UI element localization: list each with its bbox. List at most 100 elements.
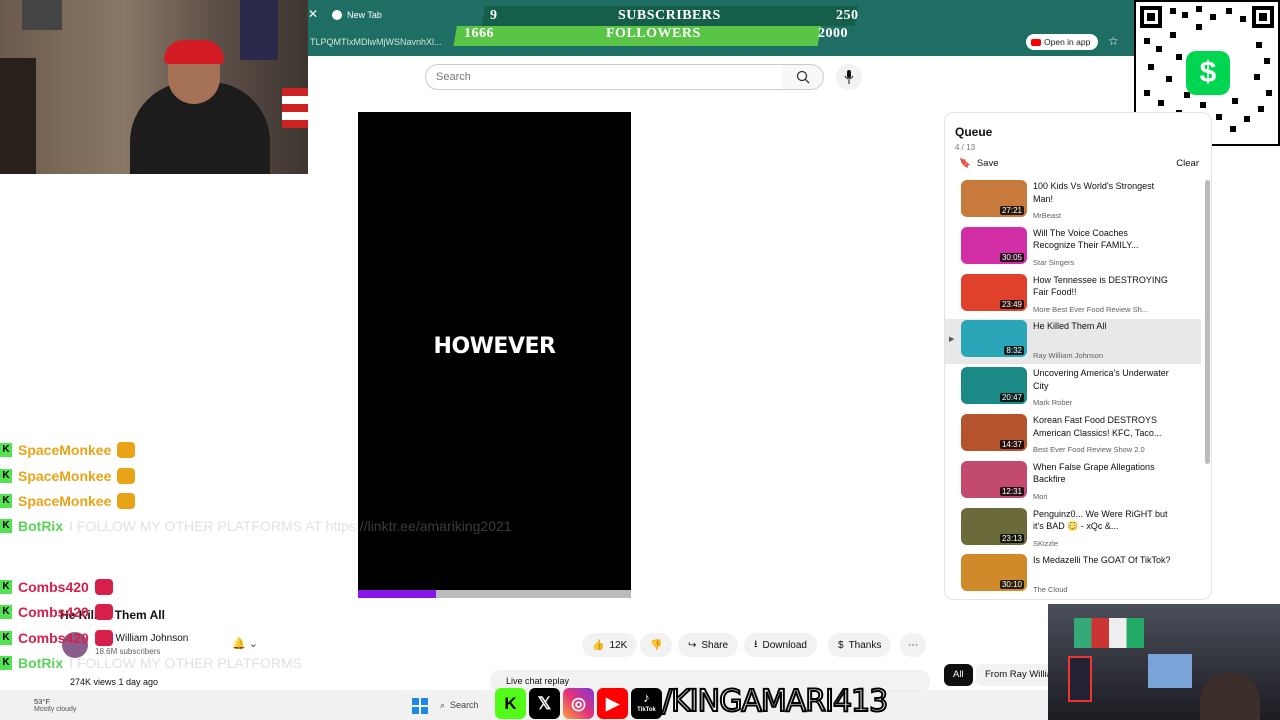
queue-thumbnail: 12:31	[961, 460, 1027, 498]
queue-item[interactable]: 12:31 When False Grape Allegations Backfi…	[945, 460, 1201, 505]
queue-item[interactable]: 14:37 Korean Fast Food DESTROYS American …	[945, 413, 1201, 458]
download-label: Download	[762, 639, 807, 651]
search-icon: ⌕	[440, 699, 446, 710]
chat-message: K SpaceMonkee	[0, 468, 136, 484]
tiktok-icon: ♪ TikTok	[631, 688, 662, 719]
queue-item-title: Korean Fast Food DESTROYS American Class…	[1033, 415, 1162, 438]
chat-username: SpaceMonkee	[18, 442, 112, 458]
social-icons: K 𝕏 ◎ ▶ ♪ TikTok	[495, 687, 662, 720]
queue-item-title: 100 Kids Vs World's Strongest Man!	[1033, 181, 1155, 204]
subscribers-label: SUBSCRIBERS	[618, 8, 721, 23]
queue-item[interactable]: ▶ 8:32 He Killed Them All Ray William Johns…	[945, 319, 1201, 365]
queue-item-channel: SKizzle	[1033, 538, 1059, 548]
queue-item[interactable]: 27:21 100 Kids Vs World's Strongest Man! M…	[945, 179, 1201, 224]
duration-badge: 23:49	[999, 299, 1024, 309]
x-icon: 𝕏	[529, 688, 560, 719]
queue-item-title: Is Medazelli The GOAT Of TikTok?	[1033, 555, 1171, 566]
kick-badge-icon: K	[0, 605, 12, 619]
chat-username: Combs420	[18, 630, 89, 646]
kick-icon: K	[495, 688, 526, 719]
queue-item-channel: Mori	[1033, 491, 1048, 501]
queue-thumbnail: 23:13	[961, 507, 1027, 545]
queue-save-label: Save	[976, 158, 999, 169]
search-input[interactable]: Search	[425, 64, 783, 90]
weather-condition: Mostly cloudy	[34, 706, 77, 713]
queue-item[interactable]: 30:05 Will The Voice Coaches Recognize Th…	[945, 226, 1201, 271]
now-playing-icon: ▶	[949, 336, 955, 344]
like-button[interactable]: 👍 12K	[582, 633, 638, 657]
chat-message: K BotRix I FOLLOW MY OTHER PLATFORMS AT ht…	[0, 518, 512, 534]
kick-badge-icon: K	[0, 519, 12, 533]
kick-badge-icon: K	[0, 656, 12, 670]
search-button[interactable]	[782, 64, 824, 90]
queue-item[interactable]: 23:13 Penguinz0... We Were RiGHT but it's…	[945, 507, 1201, 552]
url-text: TLPQMTIxMDlwMjWSNavnhXl...	[310, 37, 442, 47]
kick-badge-icon: K	[0, 469, 12, 483]
queue-item-title: Will The Voice Coaches Recognize Their F…	[1033, 227, 1139, 251]
kick-badge-icon: K	[0, 494, 12, 508]
thumbs-up-icon: 👍	[592, 639, 605, 651]
chat-message: K Combs420	[0, 579, 113, 595]
emote-icon	[94, 630, 113, 646]
queue-item[interactable]: 20:47 Uncovering America's Underwater Cit…	[945, 366, 1201, 411]
queue-item-channel: Star Singers	[1033, 257, 1075, 267]
queue-save-button[interactable]: 🔖 Save	[959, 158, 999, 169]
tab-label: New Tab	[347, 10, 382, 20]
emote-icon	[117, 493, 136, 509]
thanks-button[interactable]: $ Thanks	[828, 633, 892, 657]
chat-message: K Combs420	[0, 630, 113, 646]
chat-username: Combs420	[18, 579, 89, 595]
queue-item[interactable]: 23:49 How Tennessee is DESTROYING Fair Fo…	[945, 273, 1201, 318]
queue-thumbnail: 30:05	[961, 226, 1027, 264]
video-progress-bar[interactable]	[358, 590, 631, 598]
chat-message: K BotRix I FOLLOW MY OTHER PLATFORMS	[0, 655, 302, 671]
like-count: 12K	[609, 639, 628, 651]
queue-item-title: He Killed Them All	[1033, 321, 1107, 332]
chat-username: Combs420	[18, 604, 89, 620]
chip-all[interactable]: All	[944, 664, 973, 686]
emote-icon	[94, 579, 113, 595]
windows-start-icon[interactable]	[412, 698, 428, 714]
tiktok-label: TikTok	[637, 706, 656, 713]
microphone-icon	[844, 70, 854, 84]
kick-badge-icon: K	[0, 443, 12, 457]
share-button[interactable]: ↪ Share	[678, 633, 739, 657]
taskbar-search[interactable]: ⌕ Search	[440, 695, 500, 715]
duration-badge: 8:32	[1004, 346, 1024, 356]
kick-badge-icon: K	[0, 631, 12, 645]
chat-username: SpaceMonkee	[18, 468, 112, 484]
voice-search-button[interactable]	[836, 64, 862, 90]
subscribers-current: 9	[490, 8, 498, 23]
thanks-icon: $	[838, 639, 844, 651]
video-caption: HOWEVER	[433, 334, 556, 359]
tab-new-tab[interactable]: New Tab	[332, 7, 382, 23]
chat-username: BotRix	[18, 655, 64, 671]
open-in-app-button[interactable]: Open in app	[1026, 34, 1098, 50]
more-icon: ⋯	[908, 639, 918, 651]
thanks-label: Thanks	[848, 639, 882, 651]
queue-item-channel: MrBeast	[1033, 211, 1061, 220]
thumbs-down-icon: 👎	[650, 639, 663, 651]
queue-clear-button[interactable]: Clear	[1176, 158, 1199, 169]
dislike-button[interactable]: 👎	[640, 633, 673, 657]
download-button[interactable]: ⭳ Download	[744, 633, 817, 657]
queue-item[interactable]: 30:10 Is Medazelli The GOAT Of TikTok? The…	[945, 553, 1201, 598]
room-camera	[1048, 604, 1280, 720]
duration-badge: 20:47	[999, 393, 1024, 403]
emote-icon	[94, 604, 113, 620]
chat-text: I FOLLOW MY OTHER PLATFORMS AT https://l…	[69, 518, 512, 534]
emote-icon	[117, 468, 136, 484]
queue-item-channel: Mark Rober	[1033, 398, 1073, 408]
subscribers-goal: 250	[836, 8, 859, 23]
queue-scrollbar[interactable]	[1205, 180, 1210, 464]
duration-badge: 23:13	[999, 533, 1024, 543]
bookmark-star-icon[interactable]: ☆	[1108, 34, 1119, 48]
duration-badge: 27:21	[999, 206, 1024, 215]
queue-thumbnail: 8:32	[961, 320, 1027, 358]
open-in-app-label: Open in app	[1044, 37, 1091, 47]
kick-badge-icon: K	[0, 580, 12, 594]
more-actions-button[interactable]: ⋯	[900, 633, 926, 657]
weather-temp[interactable]: 53°F	[34, 697, 50, 706]
share-icon: ↪	[688, 639, 697, 651]
close-tab-icon[interactable]: ✕	[308, 7, 322, 21]
